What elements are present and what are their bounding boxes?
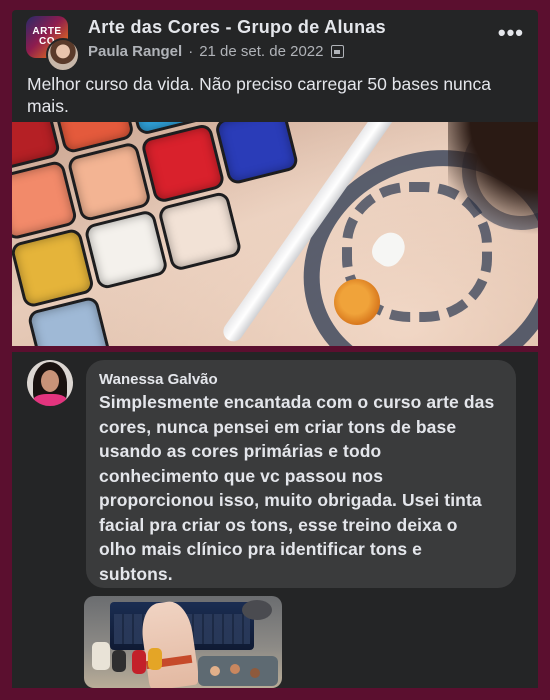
- palette-well: [69, 144, 149, 219]
- comment-bubble: Wanessa Galvão Simplesmente encantada co…: [86, 360, 516, 588]
- avatar-shirt: [33, 394, 67, 406]
- tray-paint: [250, 668, 260, 678]
- commenter-name-link[interactable]: Wanessa Galvão: [99, 371, 218, 388]
- comment-photo[interactable]: [84, 596, 282, 688]
- group-name-link[interactable]: Arte das Cores - Grupo de Alunas: [88, 17, 386, 38]
- paint-bottle: [92, 642, 110, 670]
- testimonial-frame: ARTE CO Arte das Cores - Grupo de Alunas…: [0, 0, 550, 700]
- post-author-link[interactable]: Paula Rangel: [88, 43, 182, 60]
- paint-bottle: [148, 648, 162, 670]
- group-privacy-icon: [331, 45, 345, 58]
- avatar-face: [41, 370, 59, 392]
- palette-well: [12, 122, 58, 170]
- tray-paint: [230, 664, 240, 674]
- post-photo[interactable]: [12, 122, 538, 346]
- palette-well: [217, 122, 296, 183]
- commenter-avatar[interactable]: [27, 360, 73, 406]
- palette-well: [53, 122, 132, 151]
- post-avatar-group[interactable]: ARTE CO: [26, 16, 90, 72]
- more-options-icon[interactable]: •••: [498, 20, 524, 46]
- tray-paint: [210, 666, 220, 676]
- palette-well: [143, 126, 223, 201]
- paint-bottle: [132, 650, 146, 674]
- post-text: Melhor curso da vida. Não preciso carreg…: [27, 74, 491, 116]
- author-avatar[interactable]: [46, 38, 80, 72]
- meta-separator: ·: [188, 43, 194, 60]
- computer-mouse: [242, 600, 272, 620]
- post-card: ARTE CO Arte das Cores - Grupo de Alunas…: [12, 10, 538, 346]
- photo-dark-corner: [448, 122, 538, 242]
- post-date-link[interactable]: 21 de set. de 2022: [199, 43, 323, 60]
- comment-card: Wanessa Galvão Simplesmente encantada co…: [12, 346, 538, 688]
- paint-dot: [334, 279, 380, 325]
- post-meta: Paula Rangel · 21 de set. de 2022: [88, 43, 345, 60]
- palette-well: [12, 163, 75, 238]
- paint-bottle: [112, 650, 126, 672]
- mixing-tray: [198, 656, 278, 686]
- comment-text: Simplesmente encantada com o curso arte …: [99, 392, 495, 584]
